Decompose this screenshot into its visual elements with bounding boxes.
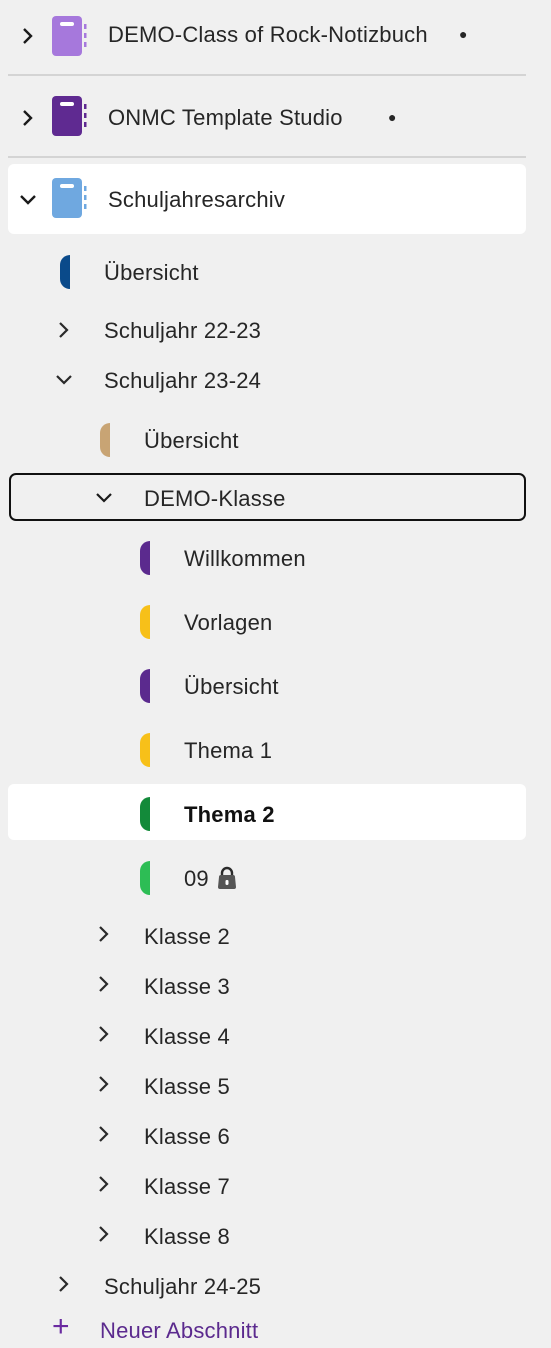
section-group-label: Klasse 8 [144,1224,230,1249]
chevron-right-icon[interactable] [94,1174,114,1194]
section-group-label: Schuljahr 23-24 [104,368,262,393]
section-thema-1[interactable]: Thema 1 [0,728,551,772]
notebook-name: Schuljahresarchiv [108,187,286,212]
section-color-tab [140,797,150,831]
section-vorlagen[interactable]: Vorlagen [0,600,551,644]
section-group-label: Klasse 4 [144,1024,230,1049]
section-group-klasse-2[interactable]: Klasse 2 [0,914,551,958]
section-group-klasse-5[interactable]: Klasse 5 [0,1064,551,1108]
section-label: 09 [184,866,209,891]
notebook-name: ONMC Template Studio [108,105,343,130]
chevron-down-icon[interactable] [18,190,38,210]
chevron-right-icon[interactable] [94,924,114,944]
new-section-button[interactable]: + Neuer Abschnitt [0,1308,551,1348]
section-group-klasse-8[interactable]: Klasse 8 [0,1214,551,1258]
chevron-right-icon[interactable] [54,320,74,340]
section-group-klasse-7[interactable]: Klasse 7 [0,1164,551,1208]
chevron-right-icon[interactable] [94,1124,114,1144]
section-label: Übersicht [104,260,199,285]
notebook-icon [52,16,88,61]
section-group-schuljahr-23-24[interactable]: Schuljahr 23-24 [0,358,551,402]
sync-status-dot: ● [388,109,397,125]
lock-icon [216,866,238,895]
section-color-tab [140,605,150,639]
section-group-label: Klasse 2 [144,924,230,949]
section-color-tab [140,541,150,575]
section-uebersicht-demo[interactable]: Übersicht [0,664,551,708]
notebook-onmc-template-studio[interactable]: ONMC Template Studio ● [0,94,551,142]
section-group-schuljahr-24-25[interactable]: Schuljahr 24-25 [0,1264,551,1308]
section-group-label: DEMO-Klasse [144,486,286,511]
chevron-right-icon[interactable] [94,1224,114,1244]
chevron-right-icon[interactable] [18,26,38,46]
section-group-label: Schuljahr 22-23 [104,318,262,343]
section-uebersicht[interactable]: Übersicht [0,250,551,294]
section-group-label: Klasse 6 [144,1124,230,1149]
section-label: Vorlagen [184,610,273,635]
section-group-klasse-6[interactable]: Klasse 6 [0,1114,551,1158]
section-group-klasse-3[interactable]: Klasse 3 [0,964,551,1008]
section-color-tab [100,423,110,457]
notebook-demo-class-of-rock[interactable]: DEMO-Class of Rock-Notizbuch ● [0,12,551,60]
chevron-right-icon[interactable] [54,1274,74,1294]
section-label: Thema 2 [184,802,275,827]
section-09[interactable]: 09 [0,856,551,900]
section-willkommen[interactable]: Willkommen [0,536,551,580]
chevron-down-icon[interactable] [54,370,74,390]
section-label: Übersicht [144,428,239,453]
chevron-right-icon[interactable] [94,974,114,994]
divider [8,74,526,76]
chevron-right-icon[interactable] [94,1074,114,1094]
section-label: Willkommen [184,546,306,571]
chevron-right-icon[interactable] [94,1024,114,1044]
section-group-label: Klasse 5 [144,1074,230,1099]
section-group-demo-klasse[interactable]: DEMO-Klasse [0,476,551,520]
divider [8,156,526,158]
chevron-down-icon[interactable] [94,488,114,508]
section-label: Übersicht [184,674,279,699]
section-color-tab [140,861,150,895]
section-group-klasse-4[interactable]: Klasse 4 [0,1014,551,1058]
section-thema-2[interactable]: Thema 2 [0,792,551,836]
section-group-schuljahr-22-23[interactable]: Schuljahr 22-23 [0,308,551,352]
section-group-label: Klasse 3 [144,974,230,999]
new-section-label: Neuer Abschnitt [100,1318,259,1343]
section-label: Thema 1 [184,738,273,763]
plus-icon: + [52,1310,70,1343]
notebook-name: DEMO-Class of Rock-Notizbuch [108,22,428,47]
section-color-tab [140,669,150,703]
notebook-schuljahresarchiv[interactable]: Schuljahresarchiv [0,176,551,224]
sync-status-dot: ● [459,26,468,42]
section-group-label: Schuljahr 24-25 [104,1274,262,1299]
section-color-tab [60,255,70,289]
section-uebersicht-23-24[interactable]: Übersicht [0,418,551,462]
section-color-tab [140,733,150,767]
section-group-label: Klasse 7 [144,1174,230,1199]
chevron-right-icon[interactable] [18,108,38,128]
notebook-icon [52,96,88,141]
notebook-icon [52,178,88,223]
